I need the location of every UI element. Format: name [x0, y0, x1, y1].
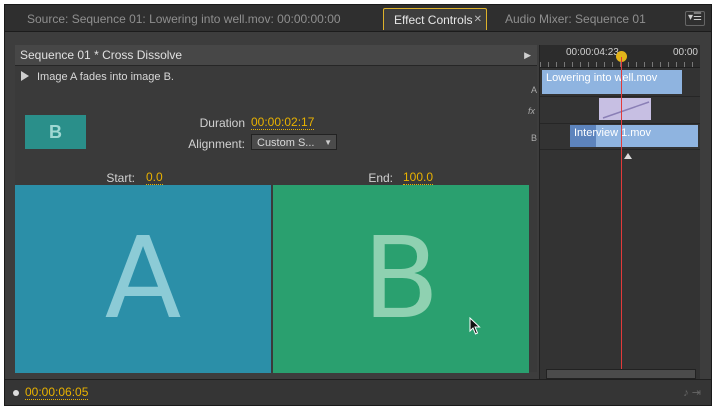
effect-controls-window: Source: Sequence 01: Lowering into well.… [4, 4, 712, 406]
preview-a[interactable]: A [15, 185, 271, 373]
end-label: End: [368, 171, 393, 185]
play-icon[interactable] [21, 71, 29, 81]
ruler-ticks [540, 62, 700, 67]
track-divider [540, 123, 700, 124]
alignment-dropdown[interactable]: Custom S... ▼ [251, 134, 337, 150]
preview-b[interactable]: B [273, 185, 529, 373]
playhead-line [621, 57, 622, 370]
mouse-cursor-icon [469, 317, 481, 335]
track-fx-label: fx [528, 106, 536, 116]
alignment-value: Custom S... [257, 137, 315, 149]
end-value[interactable]: 100.0 [403, 171, 434, 185]
timeline-scrollbar[interactable] [546, 369, 696, 379]
tab-effect-controls-label: Effect Controls [394, 13, 473, 27]
close-icon[interactable]: ✕ [474, 9, 482, 31]
show-timeline-arrow-icon[interactable]: ▶ [524, 45, 531, 66]
sequence-header: Sequence 01 * Cross Dissolve ▶ [15, 45, 537, 66]
timecode-current: 00:00:04:23 [566, 47, 619, 58]
start-label: Start: [106, 171, 135, 185]
effect-settings-pane: Sequence 01 * Cross Dissolve ▶ Image A f… [15, 45, 537, 373]
transition-diagonal-icon [602, 101, 650, 119]
preview-play-row: Image A fades into image B. [21, 71, 174, 83]
start-value[interactable]: 0.0 [146, 171, 163, 185]
clip-b-name: Interview 1.mov [574, 127, 652, 139]
chevron-down-icon: ▼ [324, 138, 332, 147]
marker-triangle-icon[interactable] [624, 153, 632, 159]
duration-label: Duration [199, 116, 245, 130]
alignment-label: Alignment: [188, 137, 245, 151]
track-a-label: A [531, 85, 538, 95]
clip-a[interactable]: Lowering into well.mov [542, 70, 682, 94]
timecode-right: 00:00 [672, 47, 698, 58]
tab-audio-mixer[interactable]: Audio Mixer: Sequence 01 [505, 8, 646, 30]
clip-a-name: Lowering into well.mov [546, 72, 658, 84]
tab-effect-controls[interactable]: Effect Controls ✕ [383, 8, 487, 30]
transition-thumbnail: B [25, 115, 86, 149]
panel-tab-bar: Source: Sequence 01: Lowering into well.… [5, 5, 711, 32]
transition-clip[interactable] [598, 97, 652, 121]
preview-b-letter: B [362, 214, 440, 344]
panel-menu-icon[interactable]: ▾☰ [685, 11, 705, 26]
playhead-indicator-icon [13, 390, 19, 396]
track-divider [540, 149, 700, 150]
tab-source[interactable]: Source: Sequence 01: Lowering into well.… [27, 8, 341, 30]
mini-timeline: 00:00:04:23 00:00 A fx B Lowering into w… [528, 45, 700, 380]
track-b-label: B [531, 133, 538, 143]
clip-b[interactable]: Interview 1.mov [570, 125, 698, 147]
transition-description: Image A fades into image B. [37, 71, 174, 83]
footer-timecode[interactable]: 00:00:06:05 [25, 386, 89, 400]
duration-value[interactable]: 00:00:02:17 [251, 116, 315, 130]
sequence-title: Sequence 01 * Cross Dissolve [20, 48, 183, 62]
footer-bar: 00:00:06:05 ♪ ⇥ [5, 379, 711, 405]
preview-a-letter: A [104, 214, 182, 344]
audio-and-export-icons: ♪ ⇥ [683, 387, 701, 399]
